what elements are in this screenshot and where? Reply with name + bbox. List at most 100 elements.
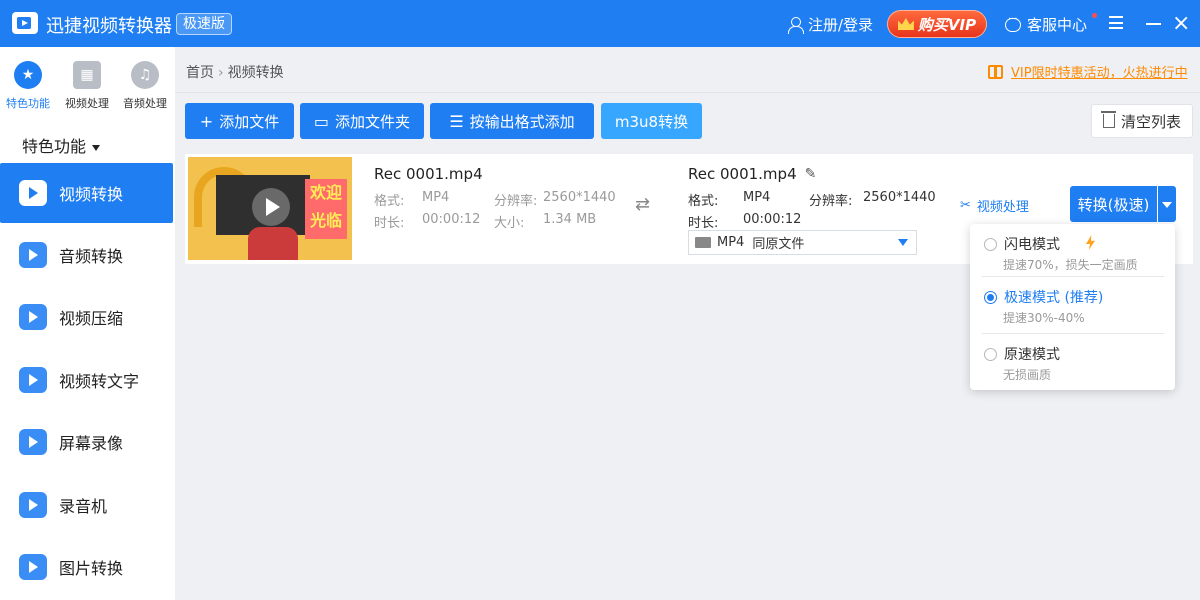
tab-audio-processing[interactable]: ♫ 音频处理 <box>117 57 173 111</box>
video-edit-label: 视频处理 <box>976 200 1029 215</box>
sidebar-item-label: 录音机 <box>59 497 108 516</box>
breadcrumb: 首页 › 视频转换 <box>186 62 284 82</box>
star-icon: ★ <box>14 61 42 89</box>
login-label: 注册/登录 <box>808 16 874 34</box>
user-icon <box>788 16 804 34</box>
menu-icon[interactable] <box>1109 16 1123 29</box>
clear-list-button[interactable]: 清空列表 <box>1091 104 1193 138</box>
option-label: 原速模式 <box>1004 347 1060 363</box>
lightning-icon <box>1086 235 1095 250</box>
customer-service-button[interactable]: 客服中心 <box>1005 14 1087 35</box>
radio-button[interactable] <box>984 238 997 251</box>
minimize-icon[interactable] <box>1146 23 1161 25</box>
tab-featured[interactable]: ★ 特色功能 <box>0 57 56 111</box>
option-fast-mode[interactable]: 极速模式 (推荐) 提速30%-40% <box>982 287 1164 327</box>
divider <box>982 333 1164 334</box>
music-icon: ♫ <box>131 61 159 89</box>
source-size-label: 大小: <box>494 216 525 231</box>
sidebar-item-label: 屏幕录像 <box>59 434 124 453</box>
m3u8-convert-button[interactable]: m3u8转换 <box>601 103 702 139</box>
close-icon[interactable]: × <box>1172 10 1190 38</box>
option-label: 极速模式 (推荐) <box>1004 290 1104 306</box>
tab-video-processing[interactable]: ▦ 视频处理 <box>59 57 115 111</box>
output-format-select[interactable]: MP4 同原文件 <box>688 230 917 255</box>
tab-audio-processing-label: 音频处理 <box>123 97 167 110</box>
speed-mode-menu: 闪电模式 提速70%，损失一定画质 极速模式 (推荐) 提速30%-40% 原速… <box>970 224 1175 390</box>
option-desc: 无损画质 <box>1003 368 1052 382</box>
source-size: 1.34 MB <box>543 212 597 227</box>
thumbnail-sign: 欢迎光临 <box>305 179 347 239</box>
app-title: 迅捷视频转换器 <box>46 16 172 37</box>
radio-button[interactable] <box>984 348 997 361</box>
sidebar-item-audio-convert[interactable]: 音频转换 <box>0 225 173 285</box>
output-resolution-label: 分辨率: <box>809 194 853 209</box>
source-format: MP4 <box>422 190 450 205</box>
option-label: 闪电模式 <box>1004 237 1060 253</box>
convert-dropdown-toggle[interactable] <box>1158 186 1176 222</box>
sidebar-item-recorder[interactable]: 录音机 <box>0 475 173 535</box>
add-file-button[interactable]: + 添加文件 <box>185 103 294 139</box>
output-format: MP4 <box>743 190 771 205</box>
sidebar-item-label: 视频压缩 <box>59 309 124 328</box>
sidebar-item-video-to-text[interactable]: 视频转文字 <box>0 350 173 410</box>
add-by-format-button[interactable]: ☰ 按输出格式添加 <box>430 103 594 139</box>
title-bar: 迅捷视频转换器 极速版 注册/登录 购买VIP 客服中心 × <box>0 0 1200 47</box>
source-format-label: 格式: <box>374 194 405 209</box>
add-folder-button[interactable]: ▭ 添加文件夹 <box>300 103 424 139</box>
chat-icon <box>1005 14 1021 32</box>
sidebar-item-video-compress[interactable]: 视频压缩 <box>0 287 173 347</box>
list-icon: ☰ <box>449 111 464 131</box>
video-compress-icon <box>19 304 47 330</box>
chevron-down-icon <box>898 239 908 246</box>
video-thumbnail[interactable]: 欢迎光临 <box>188 157 352 260</box>
option-desc: 提速30%-40% <box>1003 311 1085 325</box>
play-icon[interactable] <box>252 188 290 226</box>
output-duration-label: 时长: <box>688 216 719 231</box>
plus-icon: + <box>199 111 214 131</box>
output-file-name-label: Rec 0001.mp4 <box>688 165 797 183</box>
edition-badge: 极速版 <box>176 13 232 35</box>
sidebar-item-image-convert[interactable]: 图片转换 <box>0 537 173 597</box>
source-file-name: Rec 0001.mp4 <box>374 165 483 183</box>
add-folder-label: 添加文件夹 <box>335 112 411 131</box>
buy-vip-label: 购买VIP <box>917 15 977 34</box>
folder-icon: ▭ <box>313 111 330 131</box>
add-file-label: 添加文件 <box>219 112 280 131</box>
login-button[interactable]: 注册/登录 <box>788 14 873 35</box>
buy-vip-button[interactable]: 购买VIP <box>887 10 987 38</box>
divider <box>175 92 1200 93</box>
customer-service-label: 客服中心 <box>1027 16 1088 34</box>
breadcrumb-current: 视频转换 <box>227 65 284 81</box>
option-lightning-mode[interactable]: 闪电模式 提速70%，损失一定画质 <box>982 234 1164 274</box>
convert-button[interactable]: 转换(极速) <box>1070 186 1157 222</box>
add-by-format-label: 按输出格式添加 <box>469 112 575 131</box>
sidebar-item-video-convert[interactable]: 视频转换 <box>0 163 173 223</box>
option-original-mode[interactable]: 原速模式 无损画质 <box>982 344 1164 384</box>
thumbnail-person <box>248 227 298 260</box>
m3u8-convert-label: m3u8转换 <box>614 112 689 131</box>
crown-icon <box>897 18 914 30</box>
sidebar-item-label: 视频转换 <box>59 185 124 204</box>
sidebar-item-screen-record[interactable]: 屏幕录像 <box>0 412 173 472</box>
pencil-icon[interactable]: ✎ <box>805 166 817 182</box>
video-to-text-icon <box>19 367 47 393</box>
audio-convert-icon <box>19 242 47 268</box>
output-file-name: Rec 0001.mp4 ✎ <box>688 165 816 183</box>
video-format-icon <box>695 237 711 248</box>
divider <box>982 276 1164 277</box>
scissors-icon: ✂ <box>960 198 971 213</box>
option-desc: 提速70%，损失一定画质 <box>1003 258 1138 272</box>
output-resolution: 2560*1440 <box>863 190 936 205</box>
gift-icon <box>988 64 1003 79</box>
tab-featured-label: 特色功能 <box>6 97 50 110</box>
source-duration-label: 时长: <box>374 216 405 231</box>
video-edit-link[interactable]: ✂ 视频处理 <box>960 196 1029 215</box>
section-title[interactable]: 特色功能 <box>22 133 101 157</box>
promo-link[interactable]: VIP限时特惠活动，火热进行中 <box>988 62 1188 81</box>
notification-dot <box>1092 13 1097 18</box>
recorder-icon <box>19 492 47 518</box>
breadcrumb-home[interactable]: 首页 <box>186 65 214 81</box>
section-title-label: 特色功能 <box>22 137 87 156</box>
radio-button[interactable] <box>984 291 997 304</box>
film-icon: ▦ <box>73 61 101 89</box>
